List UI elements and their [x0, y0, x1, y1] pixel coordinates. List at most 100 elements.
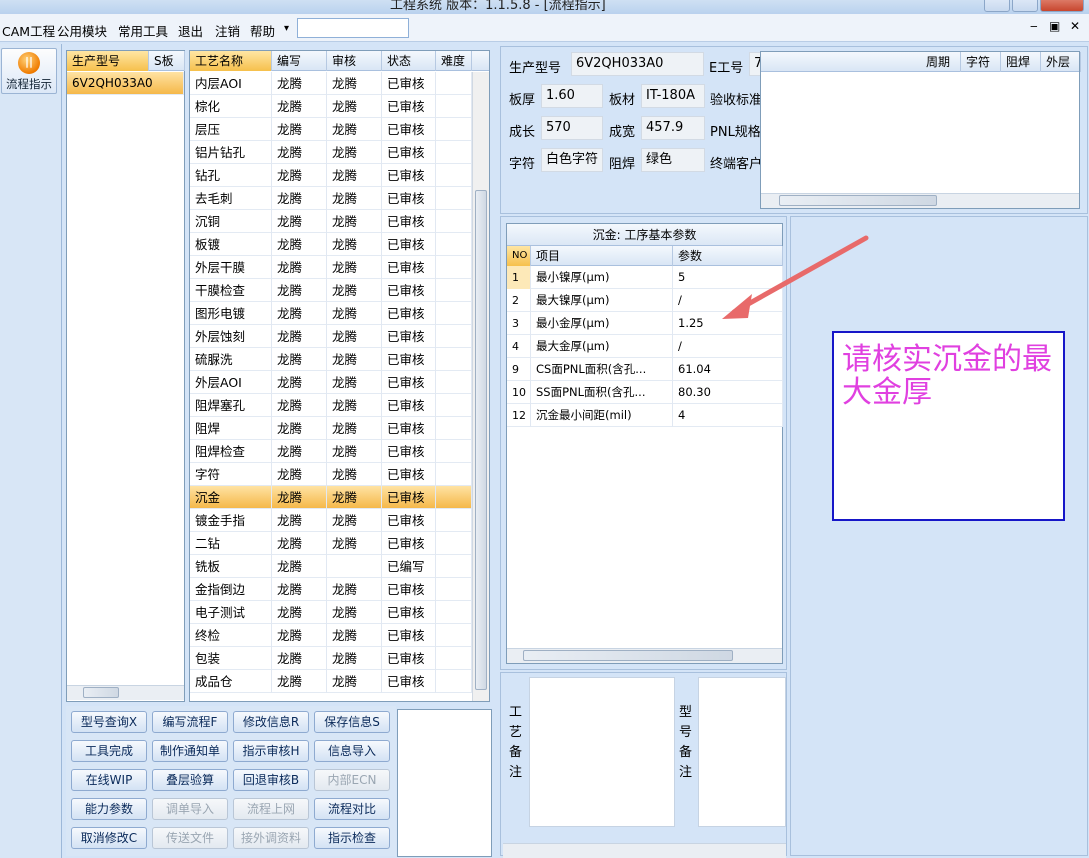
process-row[interactable]: 二钻 龙腾 龙腾 已审核 — [190, 532, 472, 555]
action-button[interactable]: 流程上网 — [233, 798, 309, 820]
action-button[interactable]: 能力参数 — [71, 798, 147, 820]
process-row[interactable]: 棕化 龙腾 龙腾 已审核 — [190, 95, 472, 118]
action-button[interactable]: 制作通知单 — [152, 740, 228, 762]
process-vscroll[interactable] — [472, 72, 489, 701]
action-button[interactable]: 流程对比 — [314, 798, 390, 820]
layer-hscroll[interactable] — [761, 193, 1079, 208]
col-status[interactable]: 状态 — [382, 51, 436, 71]
action-button[interactable]: 工具完成 — [71, 740, 147, 762]
process-row[interactable]: 干膜检查 龙腾 龙腾 已审核 — [190, 279, 472, 302]
menu-logout[interactable]: 注销 — [215, 21, 240, 40]
col-writer[interactable]: 编写 — [272, 51, 327, 71]
minimize-button[interactable] — [984, 0, 1010, 12]
thick-field[interactable]: 1.60 — [541, 84, 603, 108]
scroll-thumb[interactable] — [779, 195, 937, 206]
process-row[interactable]: 外层干膜 龙腾 龙腾 已审核 — [190, 256, 472, 279]
process-row[interactable]: 外层AOI 龙腾 龙腾 已审核 — [190, 371, 472, 394]
chevron-down-icon[interactable]: ▾ — [284, 23, 289, 34]
col-item[interactable]: 项目 — [531, 246, 673, 266]
menu-cam[interactable]: CAM工程 — [2, 21, 55, 40]
nav-flow-button[interactable]: 流程指示 — [1, 48, 57, 94]
action-button[interactable]: 调单导入 — [152, 798, 228, 820]
process-table: 工艺名称 编写 审核 状态 难度 内层AOI 龙腾 龙腾 已审核 棕化 龙腾 龙腾 已审核 层压… — [189, 50, 490, 702]
process-row[interactable]: 板镀 龙腾 龙腾 已审核 — [190, 233, 472, 256]
scroll-thumb[interactable] — [523, 650, 733, 661]
col-difficulty[interactable]: 难度 — [436, 51, 472, 71]
close-button[interactable] — [1040, 0, 1084, 12]
model-row[interactable]: 6V2QH033A0 — [67, 72, 184, 95]
menu-combo[interactable] — [297, 18, 409, 38]
mdi-minimize-icon[interactable]: ‒ — [1030, 19, 1038, 33]
col-s[interactable]: S板 — [149, 51, 185, 71]
mdi-restore-icon[interactable]: ▣ — [1049, 19, 1060, 33]
process-remark-box[interactable] — [529, 677, 675, 827]
col-process-name[interactable]: 工艺名称 — [190, 51, 272, 71]
process-row[interactable]: 成品仓 龙腾 龙腾 已审核 — [190, 670, 472, 693]
process-row[interactable]: 阻焊检查 龙腾 龙腾 已审核 — [190, 440, 472, 463]
process-row[interactable]: 包装 龙腾 龙腾 已审核 — [190, 647, 472, 670]
process-row[interactable]: 硫脲洗 龙腾 龙腾 已审核 — [190, 348, 472, 371]
action-button[interactable]: 修改信息R — [233, 711, 309, 733]
process-row[interactable]: 去毛刺 龙腾 龙腾 已审核 — [190, 187, 472, 210]
process-row[interactable]: 内层AOI 龙腾 龙腾 已审核 — [190, 72, 472, 95]
process-row[interactable]: 阻焊塞孔 龙腾 龙腾 已审核 — [190, 394, 472, 417]
mask-field[interactable]: 绿色 — [641, 148, 705, 172]
char-field[interactable]: 白色字符 — [541, 148, 603, 172]
action-button[interactable]: 叠层验算 — [152, 769, 228, 791]
action-button[interactable]: 传送文件 — [152, 827, 228, 849]
mdi-close-icon[interactable]: ✕ — [1070, 19, 1080, 33]
action-button[interactable]: 保存信息S — [314, 711, 390, 733]
col-period[interactable]: 周期 — [921, 52, 961, 72]
action-button[interactable]: 接外调资料 — [233, 827, 309, 849]
param-row[interactable]: 10 SS面PNL面积(含孔... 80.30 — [507, 381, 783, 404]
col-auditor[interactable]: 审核 — [327, 51, 382, 71]
menu-common[interactable]: 公用模块 — [57, 21, 107, 40]
process-row[interactable]: 钻孔 龙腾 龙腾 已审核 — [190, 164, 472, 187]
col-outer[interactable]: 外层 — [1041, 52, 1081, 72]
wid-field[interactable]: 457.9 — [641, 116, 705, 140]
model-remark-box[interactable] — [698, 677, 786, 827]
process-row[interactable]: 铣板 龙腾 已编写 — [190, 555, 472, 578]
col-model[interactable]: 生产型号 — [67, 51, 149, 71]
process-row[interactable]: 电子测试 龙腾 龙腾 已审核 — [190, 601, 472, 624]
params-hscroll[interactable] — [507, 648, 782, 663]
process-row[interactable]: 金指倒边 龙腾 龙腾 已审核 — [190, 578, 472, 601]
process-row[interactable]: 沉铜 龙腾 龙腾 已审核 — [190, 210, 472, 233]
action-button[interactable]: 内部ECN — [314, 769, 390, 791]
process-row[interactable]: 镀金手指 龙腾 龙腾 已审核 — [190, 509, 472, 532]
action-button[interactable]: 在线WIP — [71, 769, 147, 791]
action-button[interactable]: 取消修改C — [71, 827, 147, 849]
action-button[interactable]: 型号查询X — [71, 711, 147, 733]
remarks-hscroll[interactable] — [503, 843, 786, 858]
action-button[interactable]: 编写流程F — [152, 711, 228, 733]
col-no[interactable]: NO — [507, 246, 531, 266]
model-hscroll[interactable] — [67, 685, 184, 700]
menu-help[interactable]: 帮助 — [250, 21, 275, 40]
process-row[interactable]: 沉金 龙腾 龙腾 已审核 — [190, 486, 472, 509]
scroll-thumb[interactable] — [83, 687, 119, 698]
mat-field[interactable]: IT-180A — [641, 84, 705, 108]
process-row[interactable]: 外层蚀刻 龙腾 龙腾 已审核 — [190, 325, 472, 348]
action-button[interactable]: 信息导入 — [314, 740, 390, 762]
scroll-thumb[interactable] — [475, 190, 487, 690]
remarks-panel: 工艺备注 型号备注 — [500, 672, 787, 858]
process-cell-auditor: 龙腾 — [327, 601, 382, 624]
process-row[interactable]: 阻焊 龙腾 龙腾 已审核 — [190, 417, 472, 440]
col-mask[interactable]: 阻焊 — [1001, 52, 1041, 72]
len-field[interactable]: 570 — [541, 116, 603, 140]
param-row[interactable]: 12 沉金最小间距(mil) 4 — [507, 404, 783, 427]
maximize-button[interactable] — [1012, 0, 1038, 12]
param-row[interactable]: 9 CS面PNL面积(含孔... 61.04 — [507, 358, 783, 381]
action-button[interactable]: 指示检查 — [314, 827, 390, 849]
process-row[interactable]: 字符 龙腾 龙腾 已审核 — [190, 463, 472, 486]
action-button[interactable]: 回退审核B — [233, 769, 309, 791]
action-button[interactable]: 指示审核H — [233, 740, 309, 762]
process-row[interactable]: 铝片钻孔 龙腾 龙腾 已审核 — [190, 141, 472, 164]
process-row[interactable]: 层压 龙腾 龙腾 已审核 — [190, 118, 472, 141]
process-row[interactable]: 终检 龙腾 龙腾 已审核 — [190, 624, 472, 647]
menu-exit[interactable]: 退出 — [178, 21, 203, 40]
menu-tools[interactable]: 常用工具 — [118, 21, 168, 40]
col-char[interactable]: 字符 — [961, 52, 1001, 72]
process-row[interactable]: 图形电镀 龙腾 龙腾 已审核 — [190, 302, 472, 325]
model-field[interactable]: 6V2QH033A0 — [571, 52, 704, 76]
